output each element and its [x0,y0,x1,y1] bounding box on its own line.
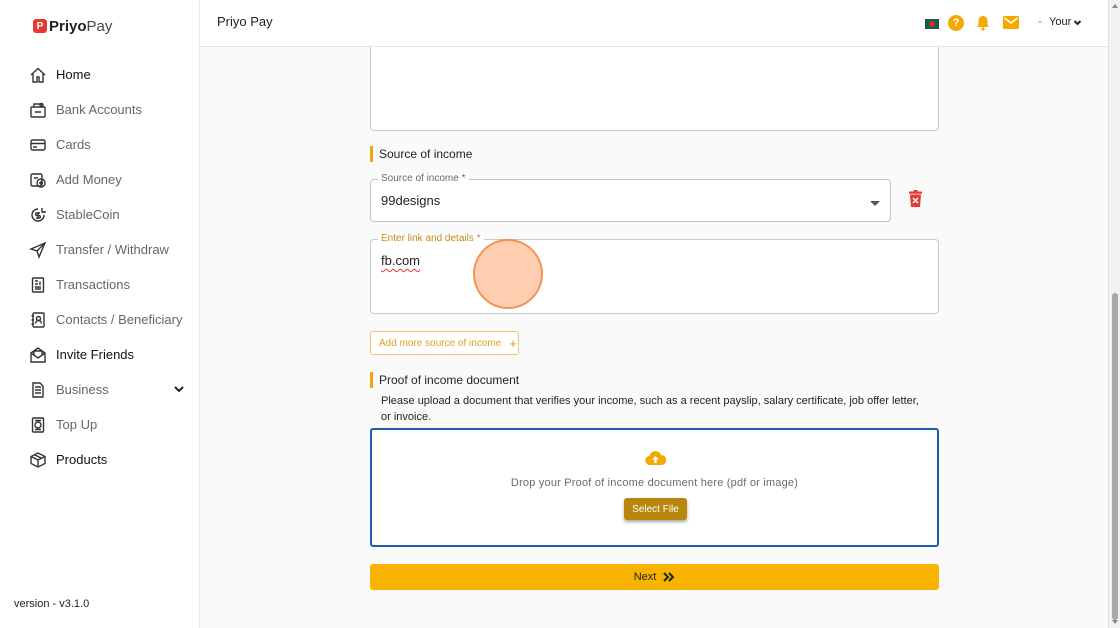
page-scrollbar[interactable] [1108,0,1120,628]
chevron-down-icon[interactable] [172,382,186,396]
sidebar-item-transactions[interactable]: Transactions [0,267,199,302]
sidebar-item-bank-accounts[interactable]: Bank Accounts [0,92,199,127]
sidebar-item-top-up[interactable]: Top Up [0,407,199,442]
invite-icon [29,346,47,364]
field-label: Source of income * [378,173,469,184]
source-of-income-heading: Source of income [370,146,472,162]
section-title: Source of income [379,147,473,161]
plus-icon: + [509,335,517,351]
top-header: Priyo Pay ? Your [200,0,1108,47]
section-title: Proof of income document [379,373,520,387]
sidebar-nav: Home Bank Accounts Cards Add Money Stabl… [0,57,199,477]
send-icon [29,241,47,259]
sidebar-item-label: Bank Accounts [56,102,142,117]
add-more-label: Add more source of income [379,337,502,349]
next-label: Next [633,571,657,583]
source-of-income-select[interactable]: Source of income * 99designs [370,173,891,222]
next-button[interactable]: Next [370,564,939,590]
bell-icon[interactable] [976,15,990,31]
sidebar-item-label: Products [56,452,108,467]
section-accent-bar [370,146,373,162]
link-details-value: fb.com [381,253,421,268]
proof-of-income-heading: Proof of income document [370,372,519,388]
delete-icon[interactable] [908,190,923,207]
scroll-up-icon[interactable] [1112,4,1118,8]
sidebar-item-label: Invite Friends [56,347,135,362]
sidebar-item-label: Top Up [56,417,98,432]
field-label: Enter link and details * [378,233,484,244]
chevron-down-icon [1074,19,1082,25]
section-accent-bar [370,372,373,388]
sidebar-item-business[interactable]: Business [0,372,199,407]
scrollbar-thumb[interactable] [1112,293,1118,620]
sidebar-item-label: Add Money [56,172,122,187]
logo-mark: P [33,19,47,33]
sidebar-item-label: Transactions [56,277,130,292]
contacts-icon [29,311,47,329]
sidebar-item-stablecoin[interactable]: StableCoin [0,197,199,232]
mail-icon[interactable] [1003,16,1019,29]
click-indicator [473,239,543,309]
sidebar-item-products[interactable]: Products [0,442,199,477]
receipt-icon [29,276,47,294]
sidebar-item-contacts-beneficiary[interactable]: Contacts / Beneficiary [0,302,199,337]
scroll-down-icon[interactable] [1112,620,1118,624]
sidebar-item-label: Transfer / Withdraw [56,242,169,257]
sidebar-item-transfer-withdraw[interactable]: Transfer / Withdraw [0,232,199,267]
topup-icon [29,416,47,434]
sidebar-item-label: Home [56,67,91,82]
sidebar-item-label: Contacts / Beneficiary [56,312,183,327]
sidebar-item-home[interactable]: Home [0,57,199,92]
add-more-source-button[interactable]: Add more source of income + [370,331,519,355]
file-dropzone[interactable]: Drop your Proof of income document here … [370,428,939,547]
user-name: Your [1049,16,1072,28]
help-icon[interactable]: ? [948,15,964,31]
version-label: version - v3.1.0 [14,598,90,610]
bank-icon [29,101,47,119]
logo-text-light: Pay [86,17,113,35]
sidebar-item-add-money[interactable]: Add Money [0,162,199,197]
business-icon [29,381,47,399]
card-icon [29,136,47,154]
link-details-field[interactable]: Enter link and details * fb.com [370,233,939,314]
sidebar: P Priyo Pay Home Bank Accounts Cards Add… [0,0,200,628]
bangladesh-flag-icon[interactable] [925,19,939,29]
logo-text-bold: Priyo [49,17,87,35]
double-chevron-right-icon [663,572,675,582]
page-title: Priyo Pay [217,14,273,29]
user-menu[interactable]: Your [1038,16,1082,28]
select-file-button[interactable]: Select File [624,498,687,520]
add-money-icon [29,171,47,189]
home-icon [29,66,47,84]
dropdown-arrow-icon[interactable] [870,201,880,206]
sidebar-item-invite-friends[interactable]: Invite Friends [0,337,199,372]
previous-textarea[interactable] [370,47,939,131]
sidebar-item-label: StableCoin [56,207,120,222]
products-icon [29,451,47,469]
sidebar-item-cards[interactable]: Cards [0,127,199,162]
sidebar-item-label: Business [56,382,109,397]
upload-description: Please upload a document that verifies y… [381,395,919,423]
cloud-upload-icon [645,450,667,466]
sidebar-item-label: Cards [56,137,91,152]
avatar [1038,21,1042,23]
coin-icon [29,206,47,224]
logo[interactable]: P Priyo Pay [33,16,112,36]
select-value: 99designs [381,193,441,208]
drop-instructions: Drop your Proof of income document here … [510,477,799,489]
